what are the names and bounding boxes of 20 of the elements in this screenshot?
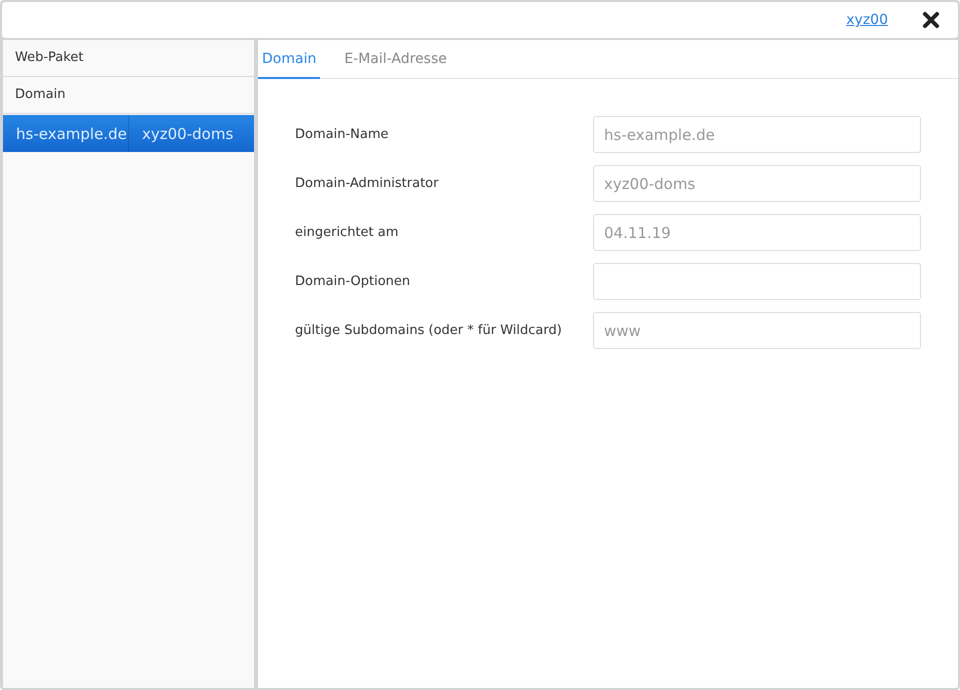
field-label: gültige Subdomains (oder * für Wildcard): [295, 323, 562, 338]
user-link[interactable]: xyz00: [846, 12, 888, 28]
field-label: eingerichtet am: [295, 225, 398, 240]
sidebar-section[interactable]: Domain: [3, 77, 254, 114]
tab[interactable]: Domain: [258, 40, 320, 79]
field-label: Domain-Optionen: [295, 274, 410, 289]
input-field[interactable]: xyz00-doms: [593, 165, 921, 202]
domain-row[interactable]: hs-example.de xyz00-doms: [3, 115, 254, 152]
input-field[interactable]: www: [593, 312, 921, 349]
table-cell-text: xyz00-doms: [141, 124, 234, 144]
sidebar-section[interactable]: Web-Paket: [3, 40, 254, 77]
table-cell: hs-example.de: [3, 115, 129, 152]
close-button[interactable]: [922, 11, 940, 29]
tab[interactable]: E-Mail-Adresse: [340, 40, 451, 79]
input-field[interactable]: hs-example.de: [593, 116, 921, 153]
field-label: Domain-Administrator: [295, 176, 438, 191]
input-field[interactable]: [593, 263, 921, 300]
input-field[interactable]: 04.11.19: [593, 214, 921, 251]
field-label: Domain-Name: [295, 127, 388, 142]
close-icon: [922, 11, 940, 29]
